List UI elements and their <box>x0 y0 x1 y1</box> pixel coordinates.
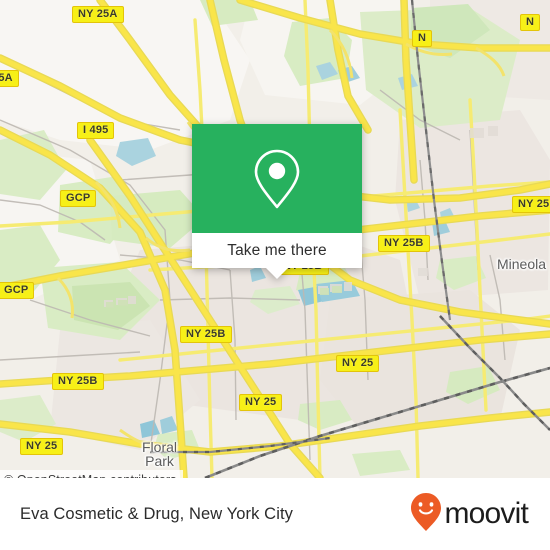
place-popup-card[interactable]: Take me there <box>192 124 362 279</box>
road-shield: NY 25 <box>336 355 380 373</box>
road-shield: NY 25 <box>239 394 283 412</box>
road-shield: N <box>520 14 541 32</box>
map-pin-icon <box>253 148 301 210</box>
road-shield: NY 25B <box>180 326 232 344</box>
road-shield: I 495 <box>77 122 115 140</box>
road-shield: NY 25B <box>52 373 104 391</box>
take-me-there-label: Take me there <box>227 241 327 259</box>
moovit-map-page: NY 25A N N 25A I 495 GCP NY 25B NY 25B NY 25B GCP… <box>0 0 550 550</box>
road-shield: NY 25B <box>378 235 430 253</box>
place-name-label: Mineola <box>497 256 547 272</box>
popup-pointer-tail <box>266 268 288 279</box>
moovit-wordmark: moovit <box>444 497 528 530</box>
road-shield: NY 25A <box>72 6 124 24</box>
road-shield: GCP <box>60 190 97 208</box>
moovit-pin-smiley-icon <box>410 492 442 537</box>
popup-image-placeholder <box>192 124 362 233</box>
bottom-info-bar: Eva Cosmetic & Drug, New York City moovi… <box>0 478 550 550</box>
road-shield: GCP <box>0 282 35 300</box>
place-name-label: Floral Park <box>142 439 178 470</box>
take-me-there-button[interactable]: Take me there <box>192 233 362 268</box>
road-shield: NY 25B <box>512 196 550 214</box>
road-shield: N <box>412 30 433 48</box>
moovit-logo[interactable]: moovit <box>410 492 529 537</box>
road-shield: NY 25 <box>20 438 64 456</box>
road-shield: 25A <box>0 70 19 88</box>
place-title: Eva Cosmetic & Drug, New York City <box>20 504 293 523</box>
